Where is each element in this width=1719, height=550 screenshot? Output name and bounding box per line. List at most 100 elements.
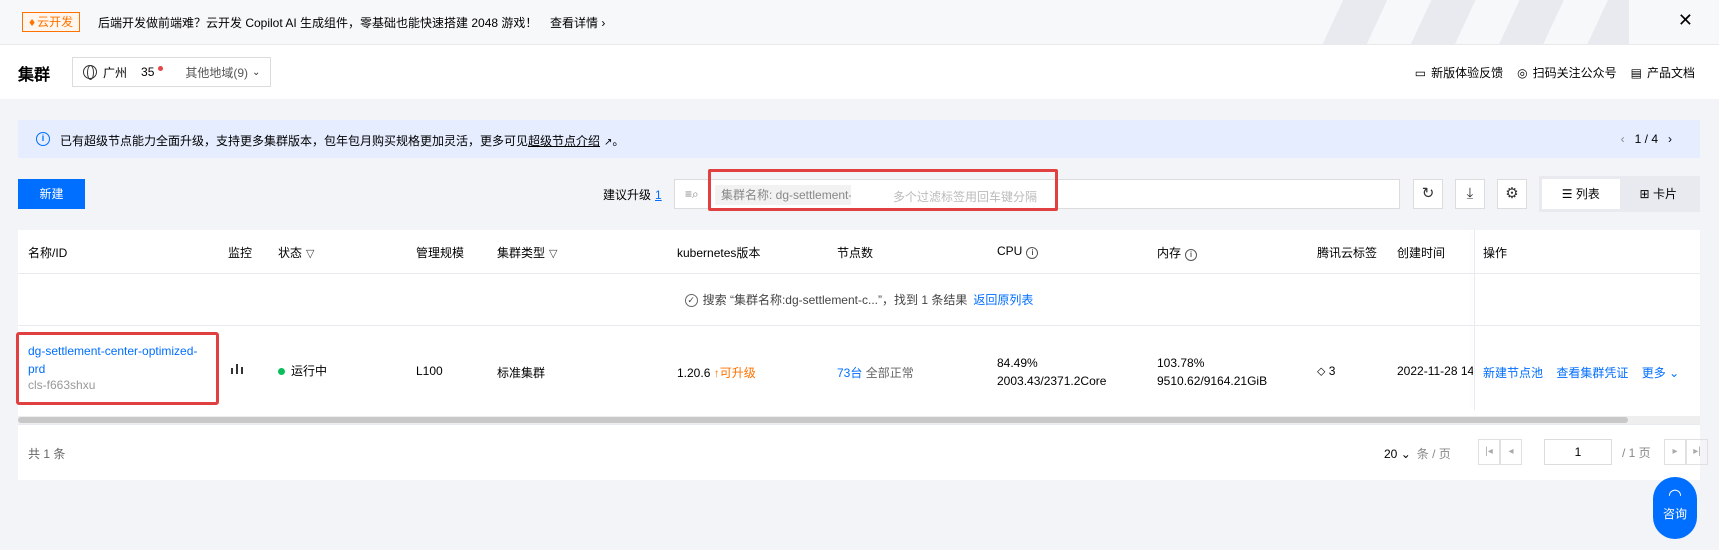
memory-cell: 103.78% 9510.62/9164.21GiB (1157, 354, 1267, 390)
page-input[interactable]: 1 (1544, 439, 1612, 465)
region-name: 广州 (103, 65, 128, 80)
download-button[interactable]: ⤓ (1455, 179, 1485, 209)
view-credentials-link[interactable]: 查看集群凭证 (1556, 366, 1628, 380)
k8s-version: 1.20.6 (677, 366, 711, 380)
chevron-left-icon[interactable]: ‹ (1621, 132, 1625, 146)
banner-tag-label: 云开发 (37, 15, 74, 29)
col-name: 名称/ID (28, 246, 68, 260)
page-total: / 1 页 (1622, 445, 1651, 460)
cluster-name-line1: dg-settlement-center-optimized- (28, 344, 198, 358)
col-created: 创建时间 (1397, 246, 1446, 260)
created-cell: 2022-11-28 14 (1397, 364, 1473, 378)
tag-icon: ⬦ (1317, 364, 1326, 378)
col-k8s-version: kubernetes版本 (677, 246, 761, 260)
more-label: 更多 (1641, 366, 1666, 380)
first-page-button[interactable]: |◂ (1478, 439, 1500, 465)
search-result-row: ✓ 搜索 “集群名称:dg-settlement-c...”，找到 1 条结果 返回… (18, 274, 1700, 326)
table-footer: 共 1 条 20 ⌄ 条 / 页 |◂ ◂ 1 / 1 页 ▸ ▸| (18, 424, 1708, 480)
more-menu[interactable]: 更多 ⌄ (1642, 366, 1679, 380)
memory-detail: 9510.62/9164.21GiB (1157, 374, 1268, 388)
upgrade-available-link[interactable]: 可升级 (720, 366, 756, 380)
notice-page-indicator: 1 / 4 (1634, 132, 1658, 146)
consult-label: 咨询 (1662, 507, 1687, 521)
upgrade-count-link[interactable]: 1 (655, 188, 662, 202)
docs-link[interactable]: ▤ 产品文档 (1631, 64, 1695, 81)
status-cell: 运行中 (278, 362, 327, 379)
page-size-value: 20 (1384, 447, 1398, 461)
col-cpu-label: CPU (997, 244, 1023, 258)
next-page-button[interactable]: ▸ (1664, 439, 1686, 465)
nodes-count-link[interactable]: 73台 (837, 366, 862, 380)
page-header: 集群 广州 35 其他地域(9) ⌄ ▭ 新版体验反馈 ◎ 扫码关注公众号 ▤ 产品文… (0, 45, 1719, 99)
feedback-link[interactable]: ▭ 新版体验反馈 (1415, 64, 1503, 81)
cluster-name-link[interactable]: dg-settlement-center-optimized-prd (28, 342, 197, 378)
close-icon[interactable]: ✕ (1678, 10, 1693, 31)
table-row: dg-settlement-center-optimized-prd cls-f… (16, 326, 1700, 416)
gear-icon: ⚙ (1505, 185, 1519, 202)
back-to-list-link[interactable]: 返回原列表 (973, 293, 1033, 307)
info-icon[interactable]: i (1026, 247, 1039, 259)
notice-text-end: 。 (612, 134, 625, 148)
refresh-button[interactable]: ↻ (1413, 179, 1443, 209)
cpu-percent: 84.49% (997, 356, 1038, 370)
settings-button[interactable]: ⚙ (1497, 179, 1527, 209)
card-view-tab[interactable]: ⊞ 卡片 (1620, 179, 1698, 209)
page-title: 集群 (18, 67, 51, 84)
cpu-detail: 2003.43/2371.2Core (997, 374, 1107, 388)
banner-details-link[interactable]: 查看详情 › (550, 14, 605, 31)
info-icon[interactable]: i (1185, 249, 1198, 261)
other-regions[interactable]: 其他地域(9) (185, 64, 248, 81)
download-icon: ⤓ (1466, 185, 1474, 202)
last-page-button[interactable]: ▸| (1686, 439, 1708, 465)
headset-icon: ◠ (1668, 487, 1682, 504)
nodes-cell: 73台 全部正常 (837, 364, 914, 381)
chevron-down-icon: ⌄ (1400, 447, 1411, 461)
wechat-icon: ◎ (1517, 66, 1528, 80)
prev-page-button[interactable]: ◂ (1500, 439, 1522, 465)
notice-text-main: 已有超级节点能力全面升级，支持更多集群版本，包年包月购买规格更加灵活，更多可见 (60, 134, 529, 148)
pagination: |◂ ◂ 1 / 1 页 ▸ ▸| (1478, 439, 1708, 465)
nodes-status: 全部正常 (865, 366, 914, 380)
scrollbar-thumb[interactable] (18, 417, 1628, 423)
list-view-label: 列表 (1575, 187, 1600, 201)
cpu-cell: 84.49% 2003.43/2371.2Core (997, 354, 1106, 390)
super-node-link[interactable]: 超级节点介绍 (528, 134, 600, 148)
col-memory: 内存 i (1157, 244, 1198, 261)
filter-icon[interactable]: ▽ (549, 248, 557, 260)
region-selector[interactable]: 广州 35 其他地域(9) ⌄ (72, 57, 272, 87)
upgrade-label: 建议升级 (603, 188, 652, 202)
notice-bar: i 已有超级节点能力全面升级，支持更多集群版本，包年包月购买规格更加灵活，更多可… (18, 120, 1700, 158)
page-size-select[interactable]: 20 ⌄ 条 / 页 (1384, 445, 1451, 462)
operations-cell: 新建节点池 查看集群凭证 更多 ⌄ (1483, 364, 1679, 381)
table-header: 名称/ID 监控 状态 ▽ 管理规模 集群类型 ▽ kubernetes版本 节点数… (18, 230, 1700, 274)
filter-icon[interactable]: ▽ (306, 248, 314, 260)
promo-banner: ♦ 云开发 后端开发做前端难？云开发 Copilot AI 生成组件，零基础也能快… (0, 0, 1719, 45)
grid-icon: ⊞ (1639, 187, 1653, 201)
document-icon: ▤ (1630, 66, 1642, 80)
card-view-label: 卡片 (1652, 187, 1677, 201)
view-switch: ☰ 列表 ⊞ 卡片 (1539, 176, 1700, 212)
col-status-label: 状态 (278, 246, 303, 260)
cluster-id: cls-f663shxu (28, 378, 96, 392)
search-result-text: 搜索 “集群名称:dg-settlement-c...”，找到 1 条结果 (702, 293, 968, 307)
horizontal-scrollbar[interactable] (18, 416, 1700, 424)
wechat-follow-link[interactable]: ◎ 扫码关注公众号 (1517, 64, 1617, 81)
col-tags: 腾讯云标签 (1317, 246, 1378, 260)
consult-button[interactable]: ◠ 咨询 (1653, 477, 1697, 539)
cluster-name-cell: dg-settlement-center-optimized-prd cls-f… (28, 342, 197, 392)
col-type: 集群类型 ▽ (497, 244, 557, 261)
list-view-tab[interactable]: ☰ 列表 (1542, 179, 1620, 209)
total-count: 共 1 条 (28, 447, 66, 461)
flame-icon: ♦ (29, 15, 36, 29)
page-size-unit: 条 / 页 (1416, 447, 1451, 461)
chevron-right-icon[interactable]: › (1668, 132, 1672, 146)
new-cluster-button[interactable]: 新建 (18, 179, 85, 209)
col-type-label: 集群类型 (497, 246, 546, 260)
new-node-pool-link[interactable]: 新建节点池 (1483, 366, 1543, 380)
wechat-follow-label: 扫码关注公众号 (1532, 66, 1617, 80)
banner-tag: ♦ 云开发 (22, 12, 81, 32)
col-cpu: CPU i (997, 244, 1039, 259)
tags-cell[interactable]: ⬦ 3 (1317, 364, 1335, 379)
col-scale: 管理规模 (416, 246, 465, 260)
monitor-icon[interactable] (230, 362, 244, 377)
